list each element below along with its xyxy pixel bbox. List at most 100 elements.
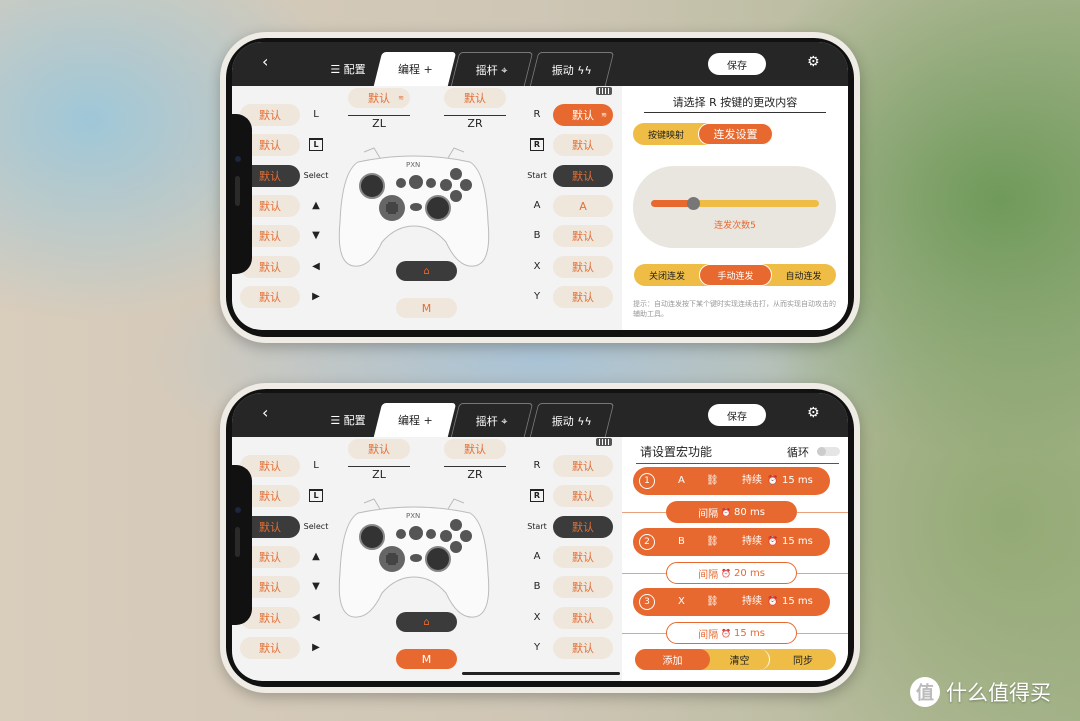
hold-value: 15 ms (782, 475, 813, 486)
turbo-manual-option[interactable]: 手动连发 (699, 264, 772, 286)
slider-knob[interactable] (687, 197, 700, 210)
tab-config-label: ☰ 配置 (330, 63, 366, 76)
zr-divider (444, 115, 506, 116)
macro-step[interactable]: 3 X ⛓ 持续 ⏰ 15 ms (633, 588, 830, 616)
tab-config[interactable]: ☰ 配置 (328, 52, 368, 86)
interval-pill[interactable]: 间隔 ⏰ 80 ms (666, 501, 797, 523)
link-icon[interactable]: ⛓ (706, 467, 719, 495)
left-label-▼: ▼ (312, 581, 320, 592)
macro-step[interactable]: 2 B ⛓ 持续 ⏰ 15 ms (633, 528, 830, 556)
loop-toggle[interactable] (817, 447, 840, 456)
clock-icon: ⏰ (721, 628, 732, 638)
right-label-B: B (533, 581, 541, 592)
home-button[interactable]: ⌂ (396, 612, 457, 632)
left-mapping-▶[interactable]: 默认 (240, 637, 300, 659)
right-label-R: R (533, 109, 541, 120)
left-label-▲: ▲ (312, 551, 320, 562)
right-label-Y: Y (533, 642, 541, 653)
battery-icon (596, 87, 612, 95)
home-button[interactable]: ⌂ (396, 261, 457, 281)
home-indicator (462, 672, 620, 675)
back-button[interactable]: ‹ (262, 403, 278, 423)
right-mapping-Start[interactable]: 默认 (553, 165, 613, 187)
tab-vibration[interactable]: 振动 ϟϟ (529, 403, 615, 437)
left-label-Select: Select (303, 171, 329, 180)
tab-turbo-settings[interactable]: 连发设置 (698, 123, 773, 145)
interval-pill[interactable]: 间隔 ⏰ 20 ms (666, 562, 797, 584)
right-mapping-X[interactable]: 默认 (553, 256, 613, 278)
sync-button[interactable]: 同步 (770, 649, 836, 670)
clock-icon: ⏰ (721, 568, 732, 578)
tab-programming-label: 编程 + (397, 414, 433, 427)
back-button[interactable]: ‹ (262, 52, 278, 72)
left-mapping-▶[interactable]: 默认 (240, 286, 300, 308)
connector-right (797, 633, 848, 634)
tab-config[interactable]: ☰ 配置 (328, 403, 368, 437)
zl-value: 默认 (368, 443, 390, 456)
pill-zl[interactable]: 默认 (348, 439, 410, 459)
mapping-value: A (579, 199, 587, 213)
turbo-count-slider[interactable] (651, 200, 819, 207)
turbo-auto-option[interactable]: 自动连发 (771, 264, 836, 286)
macro-step[interactable]: 1 A ⛓ 持续 ⏰ 15 ms (633, 467, 830, 495)
turbo-off-option[interactable]: 关闭连发 (634, 264, 700, 286)
tab-joystick[interactable]: 摇杆 ⌖ (450, 52, 534, 86)
zr-label: ZR (467, 117, 483, 130)
mapping-value: 默认 (572, 291, 594, 304)
right-mapping-Start[interactable]: 默认 (553, 516, 613, 538)
left-label-▲: ▲ (312, 200, 320, 211)
pill-zr[interactable]: 默认 (444, 439, 506, 459)
m-button[interactable]: M (396, 649, 457, 669)
zr-divider (444, 466, 506, 467)
mapping-value: 默认 (572, 612, 594, 625)
connector-left (622, 573, 667, 574)
right-mapping-B[interactable]: 默认 (553, 225, 613, 247)
right-mapping-RT[interactable]: 默认 (553, 134, 613, 156)
clear-button[interactable]: 清空 (710, 649, 770, 670)
link-icon[interactable]: ⛓ (706, 588, 719, 616)
interval-pill[interactable]: 间隔 ⏰ 15 ms (666, 622, 797, 644)
gear-icon[interactable]: ⚙ (807, 405, 820, 421)
pill-zl[interactable]: 默认 ≋ (348, 88, 410, 108)
right-mapping-X[interactable]: 默认 (553, 607, 613, 629)
camera (235, 507, 241, 513)
right-mapping-A[interactable]: A (553, 195, 613, 217)
interval-value: 80 ms (734, 506, 765, 518)
settings-panel: 请设置宏功能 循环 1 A ⛓ 持续 ⏰ 15 ms 间隔 ⏰ 80 ms 2 B ⛓ 持续 ⏰ 15 ms 间隔… (622, 437, 848, 681)
tab-key-mapping[interactable]: 按键映射 (633, 123, 699, 145)
watermark-logo: 值 (910, 677, 940, 707)
left-label-◀: ◀ (312, 612, 320, 623)
left-label-L: L (313, 460, 319, 471)
right-label-A: A (533, 200, 541, 211)
camera (235, 156, 241, 162)
rt-trigger-icon: R (522, 134, 552, 156)
clock-icon: ⏰ (767, 537, 779, 547)
link-icon[interactable]: ⛓ (706, 528, 719, 556)
right-mapping-Y[interactable]: 默认 (553, 286, 613, 308)
right-mapping-Y[interactable]: 默认 (553, 637, 613, 659)
zr-label: ZR (467, 468, 483, 481)
right-label-Start: Start (527, 522, 547, 531)
slider-card (633, 166, 836, 248)
tab-programming[interactable]: 编程 + (373, 403, 457, 437)
m-button[interactable]: M (396, 298, 457, 318)
zl-label: ZL (372, 468, 386, 481)
save-button[interactable]: 保存 (708, 53, 766, 75)
right-mapping-R[interactable]: 默认 (553, 455, 613, 477)
save-button[interactable]: 保存 (708, 404, 766, 426)
tab-joystick-label: 摇杆 ⌖ (476, 63, 508, 77)
right-mapping-R[interactable]: 默认 ≋ (553, 104, 613, 126)
right-mapping-RT[interactable]: 默认 (553, 485, 613, 507)
tab-joystick[interactable]: 摇杆 ⌖ (450, 403, 534, 437)
zr-value: 默认 (464, 92, 486, 105)
app-screen: ‹ ☰ 配置 编程 + 摇杆 ⌖ 振动 ϟϟ 保存 ⚙ 默认 ZL 默认 ZR 默认 L R 默认 默认 L R 默… (232, 393, 848, 681)
right-mapping-B[interactable]: 默认 (553, 576, 613, 598)
gear-icon[interactable]: ⚙ (807, 54, 820, 70)
app-screen: ‹ ☰ 配置 编程 + 摇杆 ⌖ 振动 ϟϟ 保存 ⚙ 默认 ≋ ZL 默认 ZR 默认 L R 默认 ≋ 默认 L… (232, 42, 848, 330)
add-button[interactable]: 添加 (635, 649, 710, 670)
right-mapping-A[interactable]: 默认 (553, 546, 613, 568)
pill-zr[interactable]: 默认 (444, 88, 506, 108)
tab-programming[interactable]: 编程 + (373, 52, 457, 86)
step-number: 2 (639, 534, 655, 550)
tab-vibration[interactable]: 振动 ϟϟ (529, 52, 615, 86)
